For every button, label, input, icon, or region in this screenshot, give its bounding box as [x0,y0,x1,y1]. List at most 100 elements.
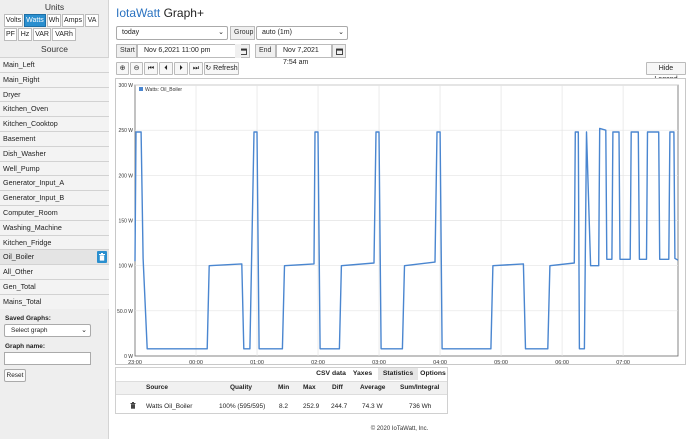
trash-icon [130,402,136,409]
source-item-kitchen-fridge[interactable]: Kitchen_Fridge [0,234,109,250]
unit-button-va[interactable]: VA [85,14,99,27]
unit-button-volts[interactable]: Volts [4,14,23,27]
page-title: IotaWatt Graph+ [116,6,204,20]
source-item-label: Kitchen_Cooktop [3,119,58,129]
footer-copyright: © 2020 IoTaWatt, Inc. [370,426,429,432]
saved-graphs-label: Saved Graphs: [5,315,51,322]
source-item-dish-washer[interactable]: Dish_Washer [0,145,109,161]
tab-options[interactable]: Options [419,368,447,380]
unit-button-wh[interactable]: Wh [47,14,61,27]
graph-name-input[interactable] [4,352,91,365]
trash-icon [99,253,105,261]
y-tick-label: 200 W [119,173,134,179]
col-max: Max [303,384,316,391]
x-tick-label: 03:00 [372,360,386,366]
saved-graph-select-value: Select graph [11,327,48,334]
sidebar: Units Volts Watts Wh Amps VA PF Hz VAR VARh Sour… [0,0,109,439]
row-source: Watts Oil_Boiler [146,403,193,410]
source-item-generator-input-a[interactable]: Generator_Input_A [0,175,109,191]
saved-graph-select[interactable]: Select graph ⌄ [4,324,91,337]
zoom-in-button[interactable]: ⊕ [116,62,129,75]
last-page-button[interactable]: ⏭ [189,62,203,75]
source-item-label: Dish_Washer [3,148,46,158]
y-tick-label: 250 W [119,128,134,134]
source-item-label: Kitchen_Oven [3,104,49,114]
source-item-label: Basement [3,134,36,143]
row-diff: 244.7 [331,403,348,410]
source-item-all-other[interactable]: All_Other [0,264,109,279]
first-page-button[interactable]: ⏮ [144,62,158,75]
unit-button-watts[interactable]: Watts [24,14,46,27]
unit-button-pf[interactable]: PF [4,28,17,41]
y-tick-label: 150 W [119,219,134,225]
tab-statistics[interactable]: Statistics [378,368,418,380]
legend-label: Watts: Oil_Boiler [145,87,182,93]
source-item-label: Oil_Boiler [3,252,35,262]
unit-button-hz[interactable]: Hz [18,28,32,41]
graph-name-label: Graph name: [5,343,46,350]
source-item-generator-input-b[interactable]: Generator_Input_B [0,190,109,205]
unit-button-varh[interactable]: VARh [52,28,76,41]
tab-yaxes[interactable]: Yaxes [350,368,375,380]
source-item-gen-total[interactable]: Gen_Total [0,279,109,294]
x-tick-label: 00:00 [189,360,203,366]
zoom-out-button[interactable]: ⊖ [130,62,143,75]
source-item-dryer[interactable]: Dryer [0,86,109,102]
calendar-icon [240,48,247,55]
source-item-label: Washing_Machine [3,222,62,232]
col-source: Source [146,384,169,391]
brand-name: IotaWatt [116,6,161,20]
refresh-button[interactable]: ↻ Refresh [204,62,239,75]
col-min: Min [278,384,290,391]
row-sum: 736 Wh [409,403,432,410]
source-item-kitchen-cooktop[interactable]: Kitchen_Cooktop [0,116,109,131]
source-item-mains-total[interactable]: Mains_Total [0,293,109,309]
group-select-value: auto (1m) [262,29,292,36]
end-date-input[interactable]: Nov 7,2021 7:54 am [276,44,332,66]
next-page-button[interactable]: ⏵ [174,62,188,75]
source-item-computer-room[interactable]: Computer_Room [0,205,109,220]
spacer [235,44,241,58]
legend-swatch [139,87,143,91]
remove-source-button[interactable] [97,251,107,264]
source-item-washing-machine[interactable]: Washing_Machine [0,219,109,235]
source-item-kitchen-oven[interactable]: Kitchen_Oven [0,101,109,117]
source-item-label: Computer_Room [3,208,58,217]
row-max: 252.9 [303,403,320,410]
end-calendar-button[interactable] [332,44,346,58]
y-tick-label: 100 W [119,264,134,270]
col-quality: Quality [230,384,253,391]
x-tick-label: 01:00 [250,360,264,366]
period-select[interactable]: today ⌄ [116,26,228,40]
source-item-label: Gen_Total [3,282,36,291]
prev-page-button[interactable]: ⏴ [159,62,173,75]
chevron-down-icon: ⌄ [338,29,344,36]
source-item-basement[interactable]: Basement [0,131,109,146]
delete-row-icon[interactable] [130,402,136,411]
source-item-well-pump[interactable]: Well_Pump [0,160,109,176]
source-item-label: Main_Right [3,74,40,84]
tab-csv-data[interactable]: CSV data [316,368,346,380]
reset-button[interactable]: Reset [4,369,26,382]
unit-button-amps[interactable]: Amps [62,14,84,27]
source-item-oil-boiler[interactable]: Oil_Boiler [0,249,109,265]
source-item-main-right[interactable]: Main_Right [0,71,109,87]
unit-button-var[interactable]: VAR [33,28,51,41]
source-item-label: Dryer [3,89,21,99]
chevron-down-icon: ⌄ [218,29,224,36]
col-diff: Diff [332,384,343,391]
units-heading: Units [44,2,65,12]
line-chart: 0 W50.0 W100 W150 W200 W250 W300 W23:00 0… [117,83,679,366]
page-title-text: Graph+ [163,6,204,20]
hide-legend-button[interactable]: Hide Legend [646,62,686,83]
source-item-label: All_Other [3,267,33,277]
group-select[interactable]: auto (1m) ⌄ [256,26,348,40]
start-date-input[interactable]: Nov 6,2021 11:00 pm [137,44,236,58]
source-item-label: Generator_Input_A [3,178,65,188]
x-tick-label: 06:00 [555,360,569,366]
chart-area[interactable]: 0 W 50.0 W 100 W 150 W 200 W 250 W 300 W 23:00 0… [115,78,686,366]
group-label: Group [230,26,255,40]
x-tick-label: 04:00 [433,360,447,366]
row-min: 8.2 [279,403,289,410]
source-item-main-left[interactable]: Main_Left [0,57,109,72]
